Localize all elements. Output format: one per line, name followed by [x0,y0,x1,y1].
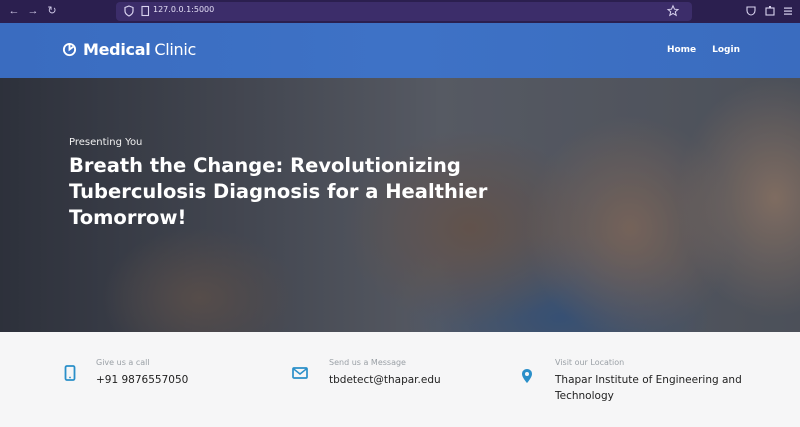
shield-icon[interactable] [122,4,136,18]
pocket-icon[interactable] [744,4,758,18]
hero-banner: Presenting You Breath the Change: Revolu… [0,78,800,332]
forward-icon[interactable]: → [25,3,41,19]
map-pin-icon [522,369,532,383]
contact-info-bar: Give us a call +91 9876557050 Send us a … [0,332,800,427]
nav-login-link[interactable]: Login [712,45,740,55]
call-value[interactable]: +91 9876557050 [96,372,188,388]
nav-home-link[interactable]: Home [667,45,696,55]
star-icon[interactable] [666,4,680,18]
hero-subtitle: Presenting You [69,137,143,148]
browser-toolbar: ← → ↻ 127.0.0.1:5000 [0,0,800,23]
location-label: Visit our Location [555,358,625,367]
envelope-icon [292,367,308,379]
message-value[interactable]: tbdetect@thapar.edu [329,372,441,388]
phone-icon [64,365,76,381]
brand-name-bold: Medical [83,40,151,59]
back-icon[interactable]: ← [6,3,22,19]
page-icon[interactable] [138,4,152,18]
logo[interactable]: Medical Clinic [62,40,196,59]
reload-icon[interactable]: ↻ [44,3,60,19]
site-header: Medical Clinic Home Login [0,23,800,78]
main-nav: Home Login [667,45,740,55]
hero-title: Breath the Change: Revolutionizing Tuber… [69,154,488,229]
message-label: Send us a Message [329,358,406,367]
call-label: Give us a call [96,358,150,367]
url-text[interactable]: 127.0.0.1:5000 [153,5,214,14]
logo-icon [62,42,77,57]
brand-name-light: Clinic [154,40,197,59]
location-value[interactable]: Thapar Institute of Engineering and Tech… [555,372,755,404]
menu-icon[interactable] [781,4,795,18]
extensions-icon[interactable] [763,4,777,18]
